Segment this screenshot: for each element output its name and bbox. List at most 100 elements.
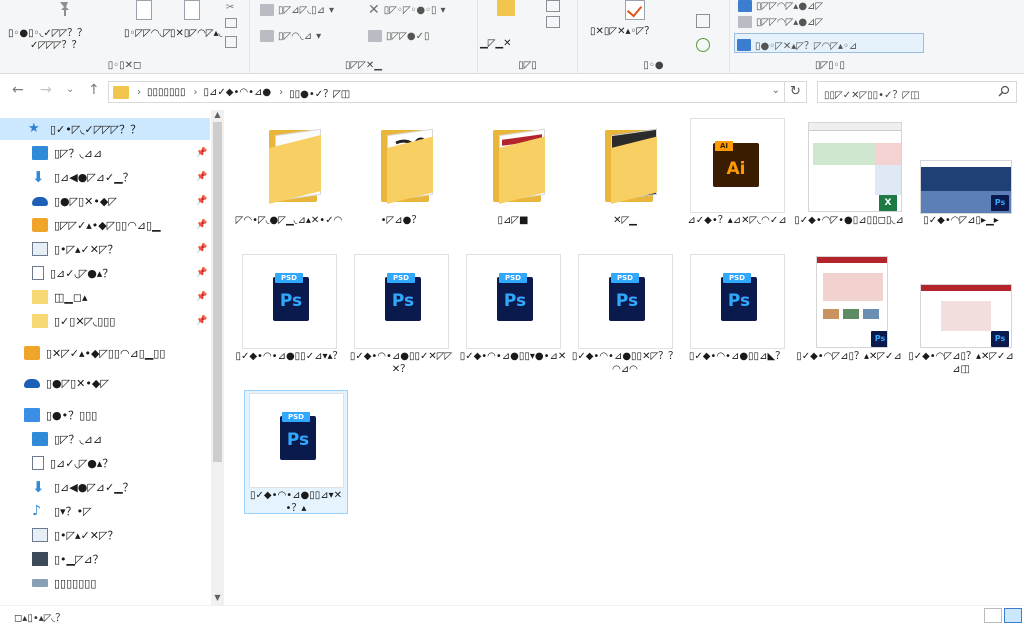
file-item-image[interactable]: Ps ▯✓◆•◠◸⊿▯？▴✕◸✓⊿⊿◫: [906, 254, 1016, 384]
nav-item-pictures[interactable]: ▯•◸▴✓✕◸？: [32, 238, 118, 260]
new-folder-icon[interactable]: [497, 0, 515, 16]
delete-button[interactable]: ✕ ▯◸◦◸◦●◦▯ ▾: [368, 2, 446, 18]
psd-thumbnail: PSD Ps: [249, 393, 344, 488]
clipboard-group-label: ▯◦▯✕◻: [107, 60, 142, 71]
pin-icon[interactable]: 📌: [196, 172, 207, 182]
up-button[interactable]: ↑: [88, 82, 100, 98]
desktop-icon: [32, 146, 48, 160]
file-item-folder[interactable]: ▯⊿◸■: [458, 118, 568, 228]
pin-icon[interactable]: 📌: [196, 292, 207, 302]
nav-item-local-disk[interactable]: ▯▯▯▯▯▯▯: [32, 572, 96, 594]
breadcrumb-item[interactable]: ▯⊿✓◆•◠•⊿●: [204, 87, 272, 98]
properties-icon[interactable]: [625, 0, 645, 20]
copy-to-label: ▯◸◠◟⊿: [278, 30, 313, 42]
refresh-button[interactable]: ↻: [785, 81, 807, 103]
photo-strip: [921, 161, 1011, 167]
file-item-ai[interactable]: AI Ai ⊿✓◆•？▴⊿✕◸◟◠✓⊿: [682, 118, 792, 238]
nav-item-downloads-pc[interactable]: ⬇ ▯⊿◀●◸⊿✓▁？: [32, 476, 134, 498]
item-count: ◻▴▯•▴◸◟？: [14, 613, 66, 624]
pin-icon[interactable]: 📌: [196, 316, 207, 326]
history-icon[interactable]: [696, 38, 710, 52]
chevron-right-icon: ›: [193, 86, 198, 98]
documents-icon: [32, 456, 44, 470]
file-item-folder[interactable]: ✕◸▁: [570, 118, 680, 228]
file-item-psd[interactable]: PSD Ps ▯✓◆•◠•⊿●▯▯✕◸？？◠⊿◠: [570, 254, 680, 384]
invert-selection-button[interactable]: ▯●◦◸✕▴◸？◸◠◸▴◦⊿: [734, 33, 924, 53]
file-item-psd[interactable]: PSD Ps ▯✓◆•◠•⊿●▯▯⊿▾✕•？▴: [244, 390, 348, 514]
nav-item-folder[interactable]: ▯✓▯✕◸◟▯▯▯: [32, 310, 115, 332]
scissors-icon[interactable]: ✂: [226, 2, 234, 13]
new-item-icon[interactable]: [546, 0, 560, 12]
nav-item-documents[interactable]: ▯⊿✓◟◸●▴？: [32, 262, 113, 284]
nav-item-onedrive[interactable]: ▯●◸▯✕•◆◸: [32, 190, 117, 212]
properties-button[interactable]: ▯✕▯◸✕▴◦◸？: [590, 26, 654, 38]
nav-item-documents-pc[interactable]: ▯⊿✓◟◸●▴？: [32, 452, 113, 474]
easy-access-icon[interactable]: [546, 16, 560, 28]
pin-icon[interactable]: 📌: [196, 268, 207, 278]
nav-item-folder[interactable]: ◫▁◻▴: [32, 286, 88, 308]
large-icons-view-icon[interactable]: [1004, 608, 1022, 623]
ribbon-group-open: ▯✕▯◸✕▴◦◸？ ▯◦●: [578, 0, 730, 74]
breadcrumb-item[interactable]: ▯▯▯▯▯▯▯: [147, 87, 186, 98]
nav-item-quick-access[interactable]: ★ ▯✓•◸◟✓◸◸◸？？: [0, 118, 210, 140]
file-name: ▯✓◆•◠•⊿●▯▯⊿◣？: [688, 351, 786, 362]
nav-item-desktop-pc[interactable]: ▯◸？◟⊿⊿: [32, 428, 102, 450]
psd-thumbnail: PSD Ps: [354, 254, 449, 349]
file-item-folder[interactable]: •◸⊿●？: [346, 118, 456, 228]
select-none-button[interactable]: ▯◸◸◠◸▴●⊿◸: [738, 16, 823, 28]
file-item-image[interactable]: Ps ▯✓◆•◠◸⊿▯？▴✕◸✓⊿: [794, 254, 904, 384]
file-item-psd[interactable]: PSD Ps ▯✓◆•◠•⊿●▯▯▾●•⊿✕: [458, 254, 568, 374]
pin-icon[interactable]: 📌: [196, 196, 207, 206]
nav-scrollbar[interactable]: ▲ ▼: [211, 110, 224, 605]
copy-icon[interactable]: [136, 0, 152, 20]
folder-icon: [32, 290, 48, 304]
new-folder-button[interactable]: ▁◸▁✕: [480, 38, 511, 50]
scroll-down-icon[interactable]: ▼: [211, 593, 224, 605]
copy-to-button[interactable]: ▯◸◠◟⊿ ▾: [260, 30, 321, 42]
nav-item-downloads[interactable]: ⬇ ▯⊿◀●◸⊿✓▁？: [32, 166, 134, 188]
nav-item-pictures-pc[interactable]: ▯•◸▴✓✕◸？: [32, 524, 118, 546]
rename-button[interactable]: ▯◸◸●✓▯: [368, 30, 430, 42]
nav-item-creative-cloud[interactable]: ▯◸◸✓▴•◆◸▯▯◠⊿▯▁: [32, 214, 161, 236]
file-item-psd[interactable]: PSD Ps ▯✓◆•◠•⊿●▯▯✓⊿▾▴？: [234, 254, 344, 374]
paste-shortcut-icon[interactable]: [225, 36, 237, 48]
file-item-image[interactable]: Ps ▯✓◆•◠◸⊿▯▸▁▸: [906, 118, 1016, 238]
paste-button[interactable]: ▯✕▯◸◠◸▴◟: [170, 28, 222, 40]
move-to-button[interactable]: ▯◸⊿◸◟▯⊿ ▾: [260, 4, 334, 16]
file-item-psd[interactable]: PSD Ps ▯✓◆•◠•⊿●▯▯✓✕◸◸✕？: [346, 254, 456, 375]
details-view-icon[interactable]: [984, 608, 1002, 623]
nav-item-desktop[interactable]: ▯◸？◟⊿⊿: [32, 142, 102, 164]
psd-tab: PSD: [611, 273, 639, 283]
paste-icon[interactable]: [184, 0, 200, 20]
recent-locations-button[interactable]: ⌄: [66, 84, 74, 95]
pin-icon[interactable]: 📌: [196, 244, 207, 254]
chevron-down-icon[interactable]: ⌄: [772, 85, 780, 96]
nav-item-videos[interactable]: ▯•▁◸⊿？: [32, 548, 104, 570]
back-button[interactable]: ←: [12, 82, 24, 98]
pin-icon[interactable]: [56, 0, 74, 16]
scrollbar-thumb[interactable]: [213, 122, 222, 462]
select-all-icon: [738, 0, 752, 12]
nav-item-music[interactable]: ♪ ▯▾？•◸: [32, 500, 92, 522]
file-item-psd[interactable]: PSD Ps ▯✓◆•◠•⊿●▯▯⊿◣？: [682, 254, 792, 374]
open-icon[interactable]: [696, 14, 710, 28]
search-input[interactable]: ▯▯◸✓✕◸▯▯•✓？◸◫: [817, 81, 1017, 103]
folder-thumbnail: [466, 118, 561, 213]
file-item-image[interactable]: X ▯✓◆•◠◸•●▯⊿▯▯◻▯◟⊿: [794, 118, 904, 248]
scroll-up-icon[interactable]: ▲: [211, 110, 224, 122]
breadcrumb-item[interactable]: ▯▯●•✓？◸◫: [289, 85, 350, 100]
copy-path-icon[interactable]: [225, 18, 237, 28]
file-item-folder[interactable]: ◸◠•◸◟●◸▁◟⊿▴✕•✓◠: [234, 118, 344, 248]
select-all-button[interactable]: ▯◸◸◠◸▴●⊿◸: [738, 0, 823, 12]
copy-button[interactable]: ▯◦◸◸◠◟◸: [124, 28, 171, 40]
forward-button[interactable]: →: [40, 82, 52, 98]
pin-icon[interactable]: 📌: [196, 148, 207, 158]
nav-item-this-pc[interactable]: ▯●•？▯▯▯: [24, 404, 97, 426]
nav-item-label: ▯●•？▯▯▯: [46, 409, 98, 422]
nav-item-onedrive-root[interactable]: ▯●◸▯✕•◆◸: [24, 372, 109, 394]
pin-quick-access-button[interactable]: ▯◦●▯◦◟✓◸◸？？: [8, 28, 87, 40]
photoshop-icon: Ps: [871, 331, 887, 347]
pin-icon[interactable]: 📌: [196, 220, 207, 230]
address-bar[interactable]: › ▯▯▯▯▯▯▯ › ▯⊿✓◆•◠•⊿● › ▯▯●•✓？◸◫ ⌄: [108, 81, 785, 103]
nav-item-creative-cloud-files[interactable]: ▯✕◸✓▴•◆◸▯▯◠⊿▯▁▯▯: [24, 342, 165, 364]
